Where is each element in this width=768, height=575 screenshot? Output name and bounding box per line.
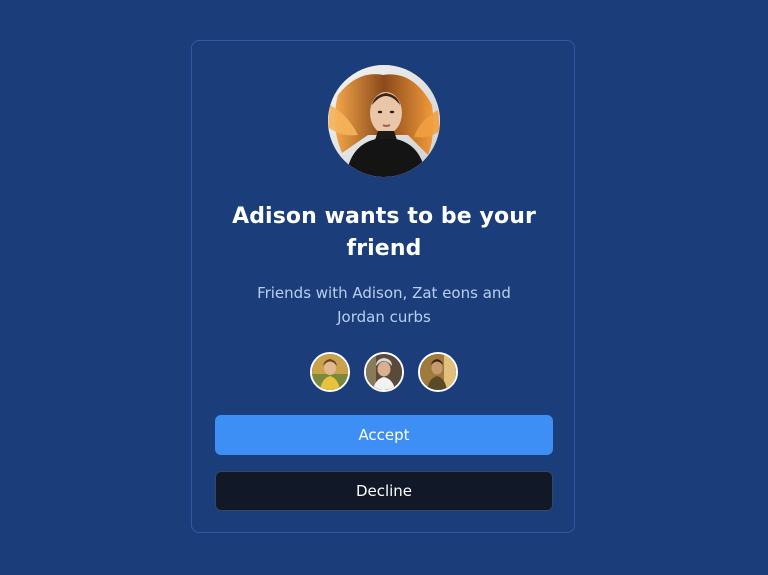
page: Adison wants to be your friend Friends w… bbox=[0, 0, 768, 575]
mutual-friend-avatar[interactable] bbox=[418, 352, 458, 392]
friend-request-card: Adison wants to be your friend Friends w… bbox=[191, 40, 575, 533]
mutual-friend-avatar[interactable] bbox=[364, 352, 404, 392]
mutual-friend-avatar[interactable] bbox=[310, 352, 350, 392]
decline-button[interactable]: Decline bbox=[215, 471, 553, 511]
requester-avatar bbox=[328, 65, 440, 177]
mutual-friends-avatars bbox=[310, 352, 458, 392]
mutual-friends-text: Friends with Adison, Zat eons and Jordan… bbox=[257, 284, 511, 326]
accept-button[interactable]: Accept bbox=[215, 415, 553, 455]
request-title: Adison wants to be your friend bbox=[232, 204, 536, 261]
